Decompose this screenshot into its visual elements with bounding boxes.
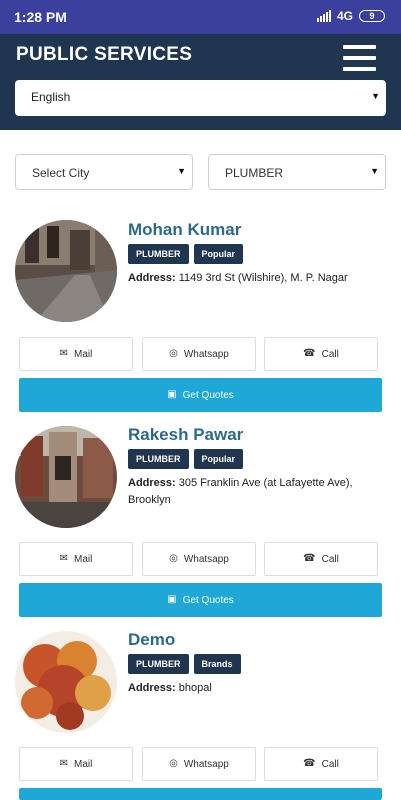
network-label: 4G [336,9,353,23]
get-quotes-label: Get Quotes [182,594,234,606]
whatsapp-icon: ◎ [169,348,178,359]
quote-icon: ▣ [167,389,177,400]
phone-icon: ☎ [303,348,316,359]
call-label: Call [321,348,339,360]
provider-name[interactable]: Rakesh Pawar [128,425,243,445]
phone-icon: ☎ [303,553,316,564]
address-text: bhopal [178,682,212,694]
category-badge[interactable]: PLUMBER [128,654,189,674]
app-header: PUBLIC SERVICES English ▼ [0,34,401,130]
mail-label: Mail [74,758,93,770]
mail-button[interactable]: ✉ Mail [19,337,133,371]
app-title: PUBLIC SERVICES [16,44,193,65]
get-quotes-button[interactable]: ▣ Get Quotes [19,378,382,412]
provider-badges: PLUMBER Popular [128,449,244,469]
get-quotes-button[interactable]: ▣ Get Quotes [19,583,382,617]
whatsapp-label: Whatsapp [183,758,229,770]
call-button[interactable]: ☎ Call [264,542,378,576]
call-button[interactable]: ☎ Call [264,747,378,781]
status-bar: 1:28 PM 4G 9 [0,0,401,34]
provider-photo[interactable] [15,426,117,528]
provider-name[interactable]: Demo [128,630,175,650]
caret-down-icon: ▼ [370,166,379,176]
mail-label: Mail [74,553,93,565]
quote-icon: ▣ [167,594,177,605]
call-label: Call [321,553,339,565]
provider-photo[interactable] [15,631,117,733]
caret-down-icon: ▼ [371,91,380,101]
tag-badge[interactable]: Brands [193,654,241,674]
mail-button[interactable]: ✉ Mail [19,542,133,576]
battery-icon: 9 [359,10,385,22]
call-button[interactable]: ☎ Call [264,337,378,371]
status-indicators: 4G 9 [316,9,385,23]
language-select-value: English [31,90,71,104]
whatsapp-label: Whatsapp [183,348,229,360]
city-select-value: Select City [32,166,90,180]
provider-address: Address: 1149 3rd St (Wilshire), M. P. N… [128,270,373,287]
get-quotes-button[interactable] [19,788,382,800]
whatsapp-icon: ◎ [169,553,178,564]
whatsapp-button[interactable]: ◎ Whatsapp [142,542,256,576]
get-quotes-label: Get Quotes [182,389,234,401]
phone-icon: ☎ [303,758,316,769]
provider-address: Address: 305 Franklin Ave (at Lafayette … [128,475,373,509]
city-select[interactable]: Select City ▼ [15,154,193,190]
category-select-value: PLUMBER [225,166,284,180]
category-badge[interactable]: PLUMBER [128,449,189,469]
whatsapp-button[interactable]: ◎ Whatsapp [142,747,256,781]
tag-badge[interactable]: Popular [193,244,244,264]
mail-icon: ✉ [59,553,69,564]
address-label: Address: [128,477,176,489]
provider-address: Address: bhopal [128,680,373,697]
mail-icon: ✉ [59,348,69,359]
provider-badges: PLUMBER Popular [128,244,244,264]
whatsapp-icon: ◎ [169,758,178,769]
language-select[interactable]: English ▼ [15,80,386,116]
category-badge[interactable]: PLUMBER [128,244,189,264]
provider-photo[interactable] [15,220,117,322]
hamburger-menu-icon[interactable] [343,45,376,71]
address-text: 1149 3rd St (Wilshire), M. P. Nagar [178,272,348,284]
provider-badges: PLUMBER Brands [128,654,241,674]
whatsapp-button[interactable]: ◎ Whatsapp [142,337,256,371]
mail-button[interactable]: ✉ Mail [19,747,133,781]
battery-level: 9 [369,11,375,21]
call-label: Call [321,758,339,770]
provider-name[interactable]: Mohan Kumar [128,220,241,240]
address-label: Address: [128,682,176,694]
category-select[interactable]: PLUMBER ▼ [208,154,386,190]
whatsapp-label: Whatsapp [183,553,229,565]
tag-badge[interactable]: Popular [193,449,244,469]
status-time: 1:28 PM [14,9,67,25]
address-label: Address: [128,272,176,284]
mail-icon: ✉ [59,758,69,769]
caret-down-icon: ▼ [177,166,186,176]
signal-icon [316,10,331,22]
mail-label: Mail [74,348,93,360]
